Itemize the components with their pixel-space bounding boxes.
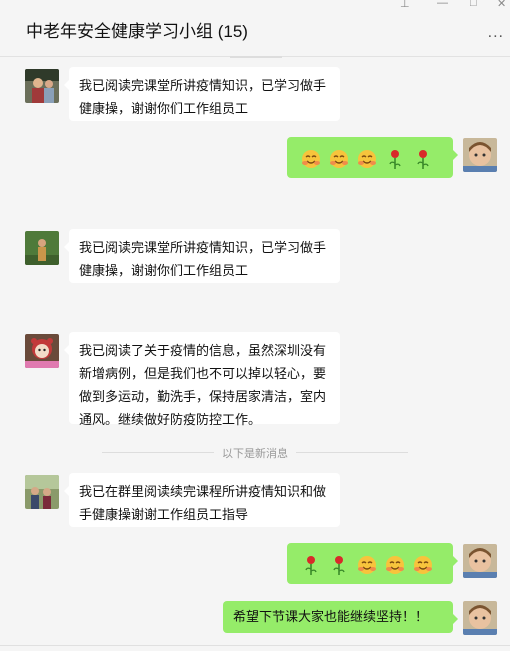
rose-emoji <box>328 554 350 576</box>
more-options-icon[interactable]: ... <box>488 24 504 42</box>
new-messages-label: 以下是新消息 <box>222 448 288 460</box>
chat-header: ⊥ — □ ✕ 中老年安全健康学习小组 (15) ... <box>0 0 510 57</box>
message-text: 我已阅读完课堂所讲疫情知识，已学习做手健康操，谢谢你们工作组员工 <box>79 78 327 116</box>
smile-blush-emoji <box>384 554 406 576</box>
avatar[interactable] <box>463 601 497 635</box>
avatar[interactable] <box>25 231 59 265</box>
smile-blush-emoji <box>412 554 434 576</box>
message-bubble[interactable]: 我已阅读完课堂所讲疫情知识，已学习做手健康操，谢谢你们工作组员工 <box>64 229 340 283</box>
message-text: 我已在群里阅读续完课程所讲疫情知识和做手健康操谢谢工作组员工指导 <box>79 484 327 522</box>
message-bubble[interactable] <box>287 543 458 584</box>
avatar[interactable] <box>25 334 59 368</box>
message-bubble[interactable] <box>287 137 458 178</box>
avatar[interactable] <box>463 544 497 578</box>
smile-blush-emoji <box>300 148 322 170</box>
new-messages-divider: 以下是新消息 <box>0 445 510 460</box>
minimize-icon[interactable]: — <box>437 0 448 9</box>
message-text: 希望下节课大家也能继续坚持！！ <box>233 609 429 624</box>
close-icon[interactable]: ✕ <box>497 0 506 10</box>
pin-icon[interactable]: ⊥ <box>400 0 410 10</box>
message-text: 我已阅读完课堂所讲疫情知识，已学习做手健康操，谢谢你们工作组员工 <box>79 240 327 278</box>
message-bubble[interactable]: 希望下节课大家也能继续坚持！！ <box>223 601 458 633</box>
avatar[interactable] <box>463 138 497 172</box>
message-bubble[interactable]: 我已阅读了关于疫情的信息，虽然深圳没有新增病例，但是我们也不可以掉以轻心，要做到… <box>64 332 340 427</box>
rose-emoji <box>384 148 406 170</box>
rose-emoji <box>412 148 434 170</box>
chat-title: 中老年安全健康学习小组 (15) <box>26 22 248 41</box>
smile-blush-emoji <box>328 148 350 170</box>
avatar[interactable] <box>25 475 59 509</box>
smile-blush-emoji <box>356 148 378 170</box>
smile-blush-emoji <box>356 554 378 576</box>
input-divider <box>0 645 510 646</box>
avatar[interactable] <box>25 69 59 103</box>
message-bubble[interactable]: 我已在群里阅读续完课程所讲疫情知识和做手健康操谢谢工作组员工指导 <box>64 473 340 527</box>
scroll-indicator <box>230 56 282 58</box>
maximize-icon[interactable]: □ <box>470 0 477 9</box>
message-text: 我已阅读了关于疫情的信息，虽然深圳没有新增病例，但是我们也不可以掉以轻心，要做到… <box>79 343 327 427</box>
rose-emoji <box>300 554 322 576</box>
message-bubble[interactable]: 我已阅读完课堂所讲疫情知识，已学习做手健康操，谢谢你们工作组员工 <box>64 67 340 121</box>
